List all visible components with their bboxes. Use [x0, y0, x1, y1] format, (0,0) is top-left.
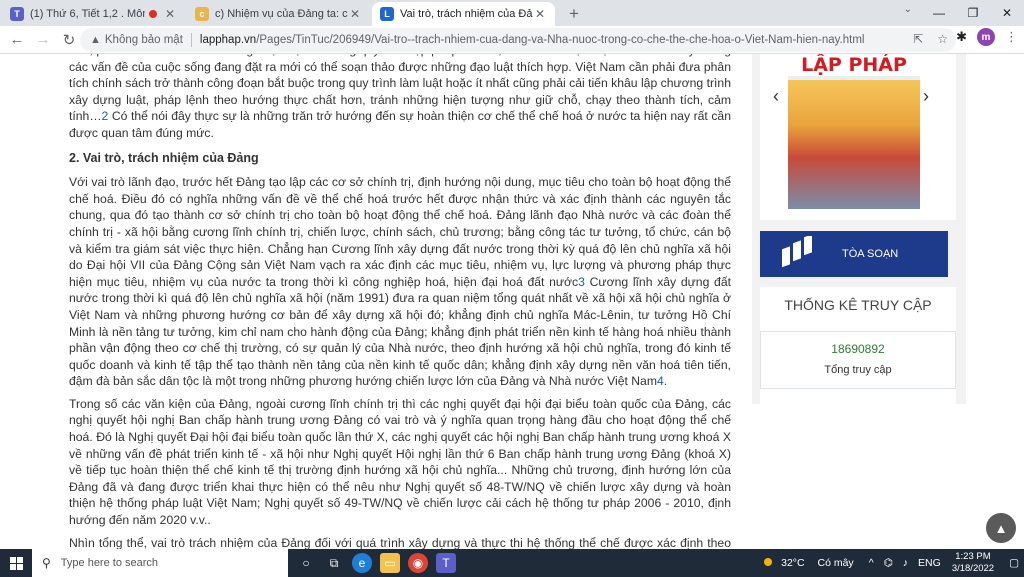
- edge-icon[interactable]: e: [352, 553, 372, 573]
- toa-soan-logo-icon: [780, 234, 816, 272]
- paragraph-text: .: [663, 374, 668, 389]
- restore-icon[interactable]: ❐: [956, 0, 990, 26]
- minimize-icon[interactable]: —: [922, 0, 956, 26]
- tab-title: Vai trò, trách nhiệm của Đảng và: [400, 8, 533, 20]
- paragraph: Với vai trò lãnh đạo, trước hết Đảng tạo…: [69, 174, 731, 390]
- site-favicon-icon: c: [195, 7, 209, 21]
- window-close-icon[interactable]: ✕: [990, 0, 1024, 26]
- weather-desc: Có mây: [817, 557, 854, 569]
- toolbar-right: ✱ m ⋮: [956, 28, 1018, 46]
- window-controls: — ❐ ✕: [922, 0, 1024, 26]
- notifications-icon[interactable]: ▢: [1009, 557, 1019, 569]
- recording-indicator-icon: [149, 10, 157, 18]
- language[interactable]: ENG: [918, 557, 941, 569]
- clock[interactable]: 1:23 PM 3/18/2022: [952, 551, 994, 575]
- tab-teams[interactable]: T (1) Thứ 6, Tiết 1,2 . Môn Toán ✕: [2, 2, 185, 26]
- toa-soan-label: TÒA SOẠN: [842, 248, 899, 260]
- footnote-link[interactable]: 4: [657, 374, 664, 388]
- stats-panel: 18690892 Tổng truy cập: [760, 331, 956, 389]
- search-placeholder: Type here to search: [60, 557, 159, 569]
- system-tray: 32°C Có mây ^ ⌬ ♪ ENG 1:23 PM 3/18/2022 …: [759, 549, 1024, 577]
- chrome-icon[interactable]: ◉: [408, 553, 428, 573]
- scroll-to-top-button[interactable]: ▲: [986, 513, 1016, 543]
- page-content: hoá, phân tích chính sách là công đoạn đ…: [0, 54, 1024, 549]
- teams-icon[interactable]: T: [436, 553, 456, 573]
- profile-avatar[interactable]: m: [977, 28, 995, 46]
- tray-up-icon[interactable]: ^: [869, 557, 874, 569]
- new-tab-button[interactable]: +: [561, 2, 587, 26]
- volume-icon[interactable]: ♪: [903, 557, 908, 569]
- windows-taskbar: ⚲ Type here to search ○ ⧉ e ▭ ◉ T 32°C C…: [0, 549, 1024, 577]
- teams-favicon-icon: T: [10, 7, 24, 21]
- security-label[interactable]: Không bảo mật: [105, 34, 183, 46]
- share-icon[interactable]: ⇱: [913, 32, 923, 46]
- tab-vai-tro[interactable]: L Vai trò, trách nhiệm của Đảng và ✕: [372, 2, 555, 26]
- bookmark-star-icon[interactable]: ☆: [937, 32, 948, 46]
- extensions-puzzle-icon[interactable]: ✱: [956, 29, 967, 45]
- close-icon[interactable]: ✕: [533, 7, 547, 21]
- start-button[interactable]: [0, 549, 32, 577]
- url-domain: lapphap.vn: [199, 34, 257, 46]
- toa-soan-banner[interactable]: TÒA SOẠN: [760, 231, 948, 277]
- divider: [190, 33, 192, 47]
- time: 1:23 PM: [955, 551, 991, 562]
- search-icon: ⚲: [42, 556, 51, 570]
- tab-strip: T (1) Thứ 6, Tiết 1,2 . Môn Toán ✕ c c) …: [0, 0, 1024, 26]
- back-icon[interactable]: ←: [4, 27, 30, 53]
- paragraph-text: Có thể nói đây thực sự là những trăn trở…: [69, 109, 731, 140]
- close-icon[interactable]: ✕: [163, 7, 177, 21]
- carousel-next-icon[interactable]: ›: [923, 86, 929, 107]
- cortana-icon[interactable]: ○: [296, 553, 316, 573]
- weather-icon: [764, 558, 773, 566]
- warning-icon[interactable]: ▲: [90, 34, 101, 46]
- visit-count-label: Tổng truy cập: [824, 364, 892, 376]
- close-icon[interactable]: ✕: [348, 7, 362, 21]
- file-explorer-icon[interactable]: ▭: [380, 553, 400, 573]
- date: 3/18/2022: [951, 563, 995, 574]
- network-icon[interactable]: ⌬: [884, 557, 893, 569]
- tab-nhiem-vu[interactable]: c c) Nhiệm vụ của Đảng ta: câu hỏi ✕: [187, 2, 370, 26]
- cover-photo: [788, 80, 920, 209]
- taskbar-apps: ○ ⧉ e ▭ ◉ T: [296, 553, 456, 573]
- weather-temp: 32°C: [781, 557, 805, 569]
- weather[interactable]: 32°C Có mây: [764, 557, 859, 569]
- article-body: hoá, phân tích chính sách là công đoạn đ…: [69, 54, 731, 549]
- task-view-icon[interactable]: ⧉: [324, 553, 344, 573]
- magazine-title: LẬP PHÁP: [788, 54, 920, 76]
- url-path: /Pages/TinTuc/206949/Vai-tro--trach-nhie…: [256, 34, 865, 46]
- reload-icon[interactable]: ↻: [56, 27, 82, 53]
- menu-dots-icon[interactable]: ⋮: [1005, 29, 1018, 45]
- visitor-stats: THỐNG KÊ TRUY CẬP 18690892 Tổng truy cập: [760, 287, 956, 404]
- paragraph-text: Cương lĩnh xây dựng đất nước trong thời …: [69, 274, 731, 389]
- paragraph: Trong số các văn kiện của Đảng, ngoài cư…: [69, 396, 731, 528]
- section-heading: 2. Vai trò, trách nhiệm của Đảng: [69, 150, 259, 165]
- paragraph-text: Với vai trò lãnh đạo, trước hết Đảng tạo…: [69, 175, 731, 289]
- visit-count: 18690892: [831, 342, 885, 356]
- tab-search-icon[interactable]: ⌄: [904, 4, 912, 15]
- tab-title: (1) Thứ 6, Tiết 1,2 . Môn Toán: [30, 8, 145, 20]
- footnote-link[interactable]: 3: [578, 275, 585, 289]
- stats-title: THỐNG KÊ TRUY CẬP: [784, 297, 932, 313]
- magazine-cover[interactable]: LẬP PHÁP: [788, 54, 920, 209]
- omnibox-actions: ⇱ ☆: [913, 32, 948, 46]
- browser-toolbar: ← → ↻ ▲ Không bảo mật lapphap.vn/Pages/T…: [0, 26, 1024, 54]
- windows-logo-icon: [9, 556, 23, 570]
- paragraph: hoá, phân tích chính sách là công đoạn đ…: [69, 54, 731, 142]
- lapphap-favicon-icon: L: [380, 7, 394, 21]
- tab-title: c) Nhiệm vụ của Đảng ta: câu hỏi: [215, 8, 348, 20]
- carousel-prev-icon[interactable]: ‹: [773, 86, 779, 107]
- forward-icon[interactable]: →: [30, 27, 56, 53]
- taskbar-search[interactable]: ⚲ Type here to search: [32, 549, 288, 577]
- address-bar[interactable]: ▲ Không bảo mật lapphap.vn/Pages/TinTuc/…: [80, 28, 956, 52]
- paragraph: Nhìn tổng thể, vai trò trách nhiệm của Đ…: [69, 535, 731, 549]
